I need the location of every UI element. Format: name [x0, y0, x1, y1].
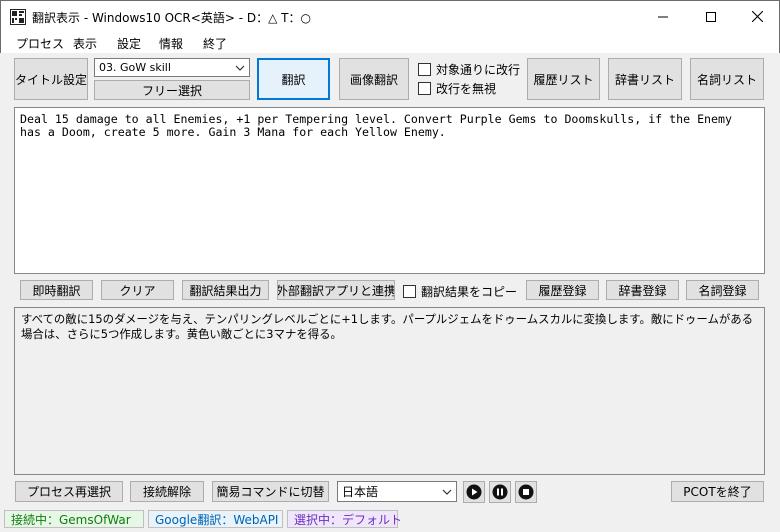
window-title: 翻訳表示 - Windows10 OCR<英語> - D：△ T：○	[32, 11, 311, 25]
menu-process[interactable]: プロセス	[16, 35, 64, 52]
close-button[interactable]	[734, 1, 780, 32]
register-history-button[interactable]: 履歴登録	[526, 280, 599, 300]
checkbox-box	[403, 285, 416, 298]
language-combo-value: 日本語	[342, 485, 379, 499]
register-noun-button[interactable]: 名詞登録	[686, 280, 759, 300]
menu-exit[interactable]: 終了	[203, 35, 227, 52]
chevron-down-icon	[235, 65, 245, 71]
minimize-button[interactable]	[640, 1, 686, 32]
exit-pcot-button[interactable]: PCOTを終了	[671, 481, 764, 502]
image-translate-button[interactable]: 画像翻訳	[339, 58, 409, 100]
connection-status: 接続中：GemsOfWar	[4, 510, 144, 528]
close-icon	[751, 11, 763, 22]
reselect-process-button[interactable]: プロセス再選択	[15, 481, 123, 502]
history-list-button[interactable]: 履歴リスト	[527, 58, 600, 100]
instant-translate-button[interactable]: 即時翻訳	[20, 280, 93, 300]
maximize-button[interactable]	[688, 1, 734, 32]
newline-by-target-label: 対象通りに改行	[436, 63, 521, 77]
external-app-button[interactable]: 外部翻訳アプリと連携	[277, 280, 395, 300]
menu-info[interactable]: 情報	[159, 35, 183, 52]
pause-icon	[492, 484, 508, 500]
ignore-newline-checkbox[interactable]: 改行を無視	[418, 80, 496, 97]
menu-settings[interactable]: 設定	[117, 35, 141, 52]
title-bar: 翻訳表示 - Windows10 OCR<英語> - D：△ T：○	[0, 0, 780, 31]
free-select-button[interactable]: フリー選択	[94, 80, 250, 100]
maximize-icon	[706, 11, 716, 22]
copy-result-checkbox[interactable]: 翻訳結果をコピー	[403, 283, 517, 300]
checkbox-box	[418, 82, 431, 95]
chevron-down-icon	[442, 489, 452, 495]
checkbox-box	[418, 63, 431, 76]
switch-simple-command-button[interactable]: 簡易コマンドに切替	[212, 481, 329, 502]
profile-combo-value: 03. GoW skill	[99, 61, 171, 74]
play-button[interactable]	[463, 481, 485, 503]
stop-button[interactable]	[515, 481, 537, 503]
ignore-newline-label: 改行を無視	[436, 82, 497, 96]
translated-text-area[interactable]: すべての敵に15のダメージを与え、テンパリングレベルごとに+1します。パープルジ…	[14, 307, 765, 475]
copy-result-label: 翻訳結果をコピー	[421, 285, 518, 299]
title-settings-button[interactable]: タイトル設定	[14, 58, 88, 100]
disconnect-button[interactable]: 接続解除	[130, 481, 204, 502]
translate-button[interactable]: 翻訳	[257, 58, 330, 100]
output-result-button[interactable]: 翻訳結果出力	[182, 280, 269, 300]
dictionary-list-button[interactable]: 辞書リスト	[608, 58, 682, 100]
pause-button[interactable]	[489, 481, 511, 503]
register-dictionary-button[interactable]: 辞書登録	[606, 280, 679, 300]
clear-button[interactable]: クリア	[101, 280, 174, 300]
selection-status: 選択中：デフォルト	[287, 510, 402, 528]
play-icon	[466, 484, 482, 500]
profile-combo[interactable]: 03. GoW skill	[94, 58, 250, 77]
newline-by-target-checkbox[interactable]: 対象通りに改行	[418, 61, 520, 78]
source-text-area[interactable]: Deal 15 damage to all Enemies, +1 per Te…	[14, 107, 765, 274]
menu-bar: プロセス 表示 設定 情報 終了	[0, 31, 780, 53]
stop-icon	[518, 484, 534, 500]
engine-status: Google翻訳：WebAPI	[148, 510, 283, 528]
menu-view[interactable]: 表示	[73, 35, 97, 52]
language-combo[interactable]: 日本語	[337, 481, 457, 502]
noun-list-button[interactable]: 名詞リスト	[690, 58, 764, 100]
app-icon	[10, 9, 26, 25]
minimize-icon	[658, 16, 668, 17]
